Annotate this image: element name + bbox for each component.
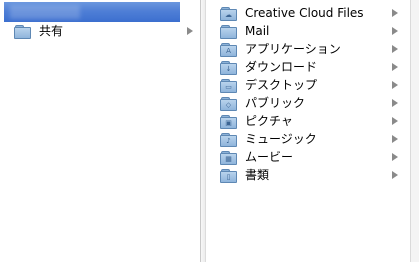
list-item-applications[interactable]: A アプリケーション: [220, 40, 341, 58]
applications-folder-icon: A: [220, 42, 237, 57]
chevron-right-icon[interactable]: [392, 27, 398, 35]
list-item-desktop[interactable]: ▭ デスクトップ: [220, 76, 317, 94]
item-label: ムービー: [245, 150, 294, 164]
chevron-right-icon[interactable]: [392, 45, 398, 53]
chevron-right-icon[interactable]: [392, 99, 398, 107]
list-item-movies[interactable]: ▦ ムービー: [220, 148, 293, 166]
item-label: 書類: [245, 168, 270, 182]
item-label: Creative Cloud Files: [245, 6, 364, 20]
vertical-scrollbar[interactable]: [410, 0, 419, 262]
list-item-documents[interactable]: ▯ 書類: [220, 166, 269, 184]
chevron-right-icon[interactable]: [187, 27, 193, 35]
music-folder-icon: ♪: [220, 132, 237, 147]
left-column: 共有: [0, 0, 200, 262]
item-label: 共有: [39, 24, 64, 38]
documents-folder-icon: ▯: [220, 168, 237, 183]
folder-icon: [220, 24, 237, 39]
list-item-mail[interactable]: Mail: [220, 22, 269, 40]
downloads-folder-icon: ↓: [220, 60, 237, 75]
chevron-right-icon[interactable]: [392, 81, 398, 89]
item-label: デスクトップ: [245, 78, 318, 92]
item-label: ダウンロード: [245, 60, 318, 74]
list-item-pictures[interactable]: ▣ ピクチャ: [220, 112, 293, 130]
item-label: Mail: [245, 24, 270, 38]
item-label: ミュージック: [245, 132, 317, 146]
chevron-right-icon[interactable]: [392, 63, 398, 71]
list-item-creative-cloud-files[interactable]: ☁ Creative Cloud Files: [220, 4, 364, 22]
selected-item-highlight[interactable]: [4, 2, 180, 22]
list-item-downloads[interactable]: ↓ ダウンロード: [220, 58, 317, 76]
chevron-right-icon[interactable]: [392, 9, 398, 17]
list-item-public[interactable]: ◇ パブリック: [220, 94, 305, 112]
desktop-folder-icon: ▭: [220, 78, 237, 93]
pictures-folder-icon: ▣: [220, 114, 237, 129]
folder-icon: [14, 24, 31, 39]
movies-folder-icon: ▦: [220, 150, 237, 165]
blurred-item-name: [10, 5, 80, 19]
item-label: ピクチャ: [245, 114, 293, 128]
chevron-right-icon[interactable]: [392, 153, 398, 161]
chevron-right-icon[interactable]: [392, 117, 398, 125]
chevron-right-icon[interactable]: [392, 171, 398, 179]
chevron-right-icon[interactable]: [392, 135, 398, 143]
creative-cloud-folder-icon: ☁: [220, 6, 237, 21]
right-column: ☁ Creative Cloud Files Mail A アプリケーション ↓…: [207, 0, 407, 262]
public-folder-icon: ◇: [220, 96, 237, 111]
column-divider[interactable]: [200, 0, 206, 262]
list-item-music[interactable]: ♪ ミュージック: [220, 130, 317, 148]
item-label: パブリック: [245, 96, 306, 110]
list-item-shared[interactable]: 共有: [14, 22, 63, 40]
item-label: アプリケーション: [245, 42, 341, 56]
